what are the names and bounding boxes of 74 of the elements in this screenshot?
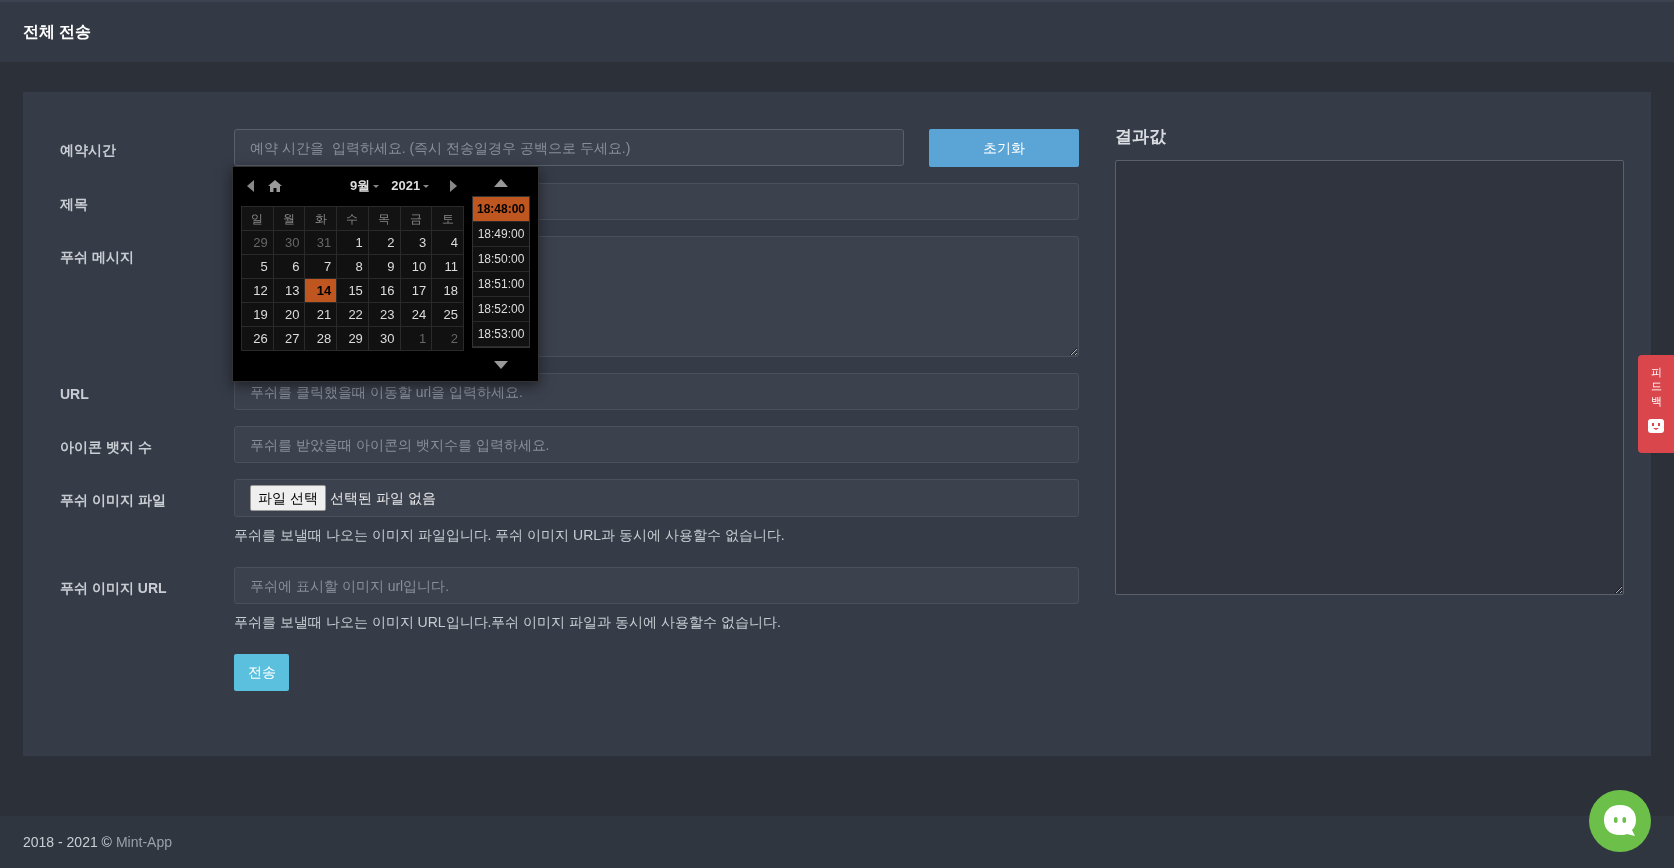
footer-link[interactable]: Mint-App (115, 831, 172, 853)
text-input[interactable]: 푸쉬를 클릭했을때 이동할 url을 입력하세요. (234, 373, 1079, 410)
calendar-day[interactable]: 2 (368, 231, 401, 255)
smiley-icon (1647, 417, 1665, 434)
calendar-day[interactable]: 19 (242, 303, 274, 327)
text-input[interactable]: 푸쉬를 받았을때 아이콘의 뱃지수를 입력하세요. (234, 426, 1079, 463)
weekday-label: 화 (305, 207, 338, 231)
weekday-label: 목 (368, 207, 401, 231)
calendar-day[interactable]: 27 (273, 327, 306, 351)
calendar-day[interactable]: 30 (368, 327, 401, 351)
schedule-input[interactable]: 예약 시간을 입력하세요. (즉시 전송일경우 공백으로 두세요.) (234, 129, 904, 166)
previous-month-icon[interactable] (247, 180, 255, 192)
chat-icon[interactable] (1589, 790, 1651, 852)
weekday-label: 토 (432, 207, 464, 231)
field-label: 푸쉬 이미지 URL (60, 580, 167, 596)
year-dropdown[interactable]: 2021 (391, 176, 430, 196)
calendar-day[interactable]: 16 (368, 279, 401, 303)
calendar-day[interactable]: 12 (242, 279, 274, 303)
calendar-day[interactable]: 28 (305, 327, 338, 351)
calendar-day[interactable]: 11 (432, 255, 464, 279)
calendar-day[interactable]: 6 (273, 255, 306, 279)
copyright-text: 2018 - 2021 © (23, 832, 112, 852)
help-text: 푸쉬를 보낼때 나오는 이미지 URL입니다.푸쉬 이미지 파일과 동시에 사용할수 없습니다. (234, 613, 782, 632)
field-label: 푸쉬 이미지 파일 (60, 492, 166, 508)
field-label: URL (60, 386, 89, 402)
calendar-day[interactable]: 23 (368, 303, 401, 327)
page-title: 전체 전송 (23, 22, 92, 42)
time-option[interactable]: 18:50:00 (473, 247, 529, 272)
help-text: 푸쉬를 보낼때 나오는 이미지 파일입니다. 푸쉬 이미지 URL과 동시에 사용할수 없습니다. (234, 526, 786, 545)
field-label: 아이콘 뱃지 수 (60, 439, 152, 455)
feedback-tab[interactable]: 피드백 (1638, 355, 1674, 453)
scroll-down-icon[interactable] (494, 361, 508, 369)
field-label: 예약시간 (60, 142, 116, 158)
calendar-day[interactable]: 8 (337, 255, 369, 279)
calendar-day[interactable]: 20 (273, 303, 306, 327)
month-dropdown[interactable]: 9월 (350, 176, 380, 196)
calendar-day[interactable]: 5 (242, 255, 274, 279)
calendar-day[interactable]: 13 (273, 279, 306, 303)
calendar-day[interactable]: 29 (337, 327, 369, 351)
calendar-day[interactable]: 21 (305, 303, 338, 327)
calendar-day[interactable]: 25 (432, 303, 464, 327)
calendar-day[interactable]: 24 (400, 303, 433, 327)
time-option[interactable]: 18:51:00 (473, 272, 529, 297)
weekday-label: 수 (337, 207, 369, 231)
scroll-up-icon[interactable] (494, 179, 508, 187)
time-option[interactable]: 18:52:00 (473, 297, 529, 322)
choose-file-button[interactable]: 파일 선택 (250, 485, 326, 511)
weekday-label: 일 (242, 207, 274, 231)
calendar-day[interactable]: 10 (400, 255, 433, 279)
time-option[interactable]: 18:49:00 (473, 222, 529, 247)
feedback-label: 피드백 (1650, 365, 1662, 408)
field-label: 푸쉬 메시지 (60, 249, 134, 265)
time-option[interactable]: 18:48:00 (473, 197, 529, 222)
time-option[interactable]: 18:53:00 (473, 322, 529, 347)
calendar-day[interactable]: 3 (400, 231, 433, 255)
calendar-day[interactable]: 9 (368, 255, 401, 279)
calendar-day[interactable]: 4 (432, 231, 464, 255)
calendar-day[interactable]: 18 (432, 279, 464, 303)
next-month-icon[interactable] (449, 180, 458, 192)
calendar-day[interactable]: 15 (337, 279, 369, 303)
calendar-day[interactable]: 14 (305, 279, 338, 303)
weekday-label: 월 (273, 207, 306, 231)
calendar-day[interactable]: 7 (305, 255, 338, 279)
text-input[interactable]: 푸쉬에 표시할 이미지 url입니다. (234, 567, 1079, 604)
calendar-day[interactable]: 1 (337, 231, 369, 255)
home-icon[interactable] (268, 180, 282, 192)
result-title: 결과값 (1115, 126, 1167, 148)
calendar-day[interactable]: 22 (337, 303, 369, 327)
field-label: 제목 (60, 196, 88, 212)
calendar-day[interactable]: 17 (400, 279, 433, 303)
file-input[interactable]: 파일 선택 선택된 파일 없음 (234, 479, 1079, 517)
file-status-text: 선택된 파일 없음 (329, 488, 436, 508)
weekday-label: 금 (400, 207, 433, 231)
calendar-day[interactable]: 26 (242, 327, 274, 351)
